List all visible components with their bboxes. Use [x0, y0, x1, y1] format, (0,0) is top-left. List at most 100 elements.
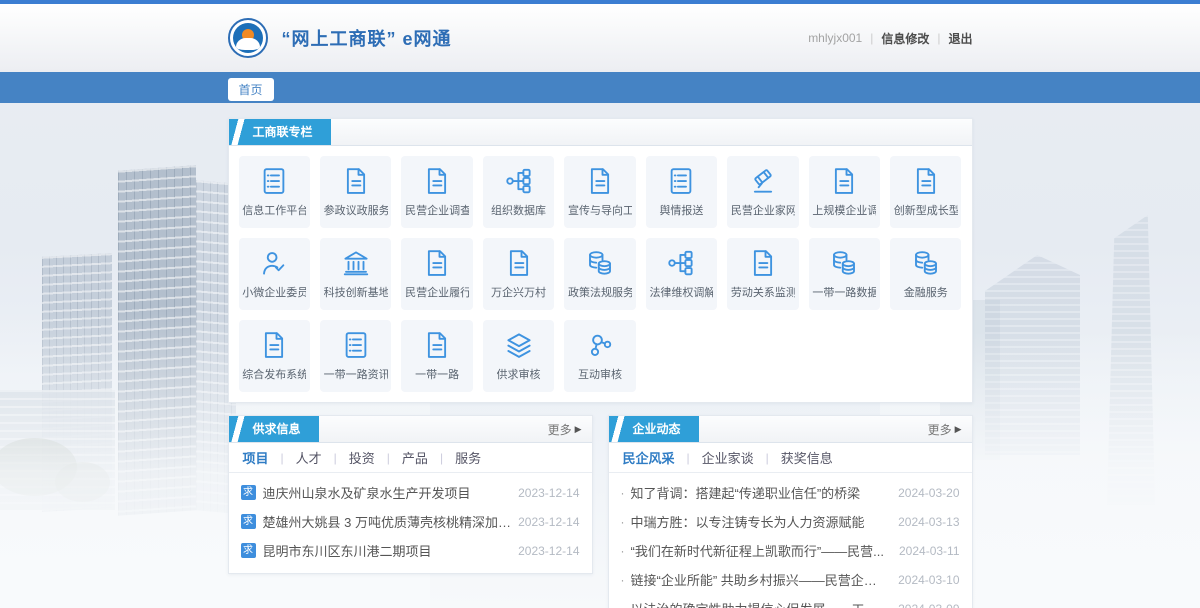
- database-icon: [585, 248, 615, 278]
- feature-card[interactable]: 宣传与导向工...: [564, 156, 635, 228]
- orgchart-icon: [504, 166, 534, 196]
- supply-more-link[interactable]: 更多 ▶: [548, 416, 592, 442]
- document-icon: [422, 166, 452, 196]
- bottom-row: 供求信息 更多 ▶ 项目|人才|投资|产品|服务 求迪庆州山泉水及矿泉水生产开发…: [228, 415, 973, 608]
- feature-card[interactable]: 组织数据库: [483, 156, 554, 228]
- feature-card-label: 一带一路资讯库: [324, 366, 388, 382]
- main-navbar: 首页: [0, 72, 1200, 103]
- feature-card-label: 参政议政服务: [324, 202, 388, 218]
- more-label: 更多: [928, 421, 952, 438]
- feature-card-label: 一带一路数据库: [812, 284, 876, 300]
- user-area: mhlyjx001 | 信息修改 | 退出: [808, 30, 972, 47]
- feature-card[interactable]: 法律维权调解...: [646, 238, 717, 310]
- column-cards-grid: 信息工作平台参政议政服务民营企业调查组织数据库宣传与导向工...舆情报送民营企业…: [229, 146, 972, 402]
- demand-badge: 求: [241, 543, 256, 558]
- news-panel-header: 企业动态 更多 ▶: [609, 416, 972, 443]
- feature-card[interactable]: 小微企业委员...: [239, 238, 310, 310]
- demand-badge: 求: [241, 514, 256, 529]
- item-date: 2024-03-09: [898, 602, 959, 608]
- feature-card-label: 小微企业委员...: [242, 284, 306, 300]
- feature-card[interactable]: 综合发布系统: [239, 320, 310, 392]
- item-title: 以法治的确定性助力提信心促发展——工商联...: [631, 599, 886, 608]
- column-panel-title: 工商联专栏: [229, 119, 331, 145]
- feature-card-label: 政策法规服务...: [568, 284, 632, 300]
- news-panel: 企业动态 更多 ▶ 民企风采|企业家谈|获奖信息 ·知了背调：搭建起“传递职业信…: [608, 415, 973, 608]
- bullet-dot: ·: [621, 544, 625, 558]
- feature-card-label: 金融服务: [904, 284, 948, 300]
- feature-card[interactable]: 万企兴万村: [483, 238, 554, 310]
- news-tab-1[interactable]: 企业家谈: [700, 448, 756, 467]
- logo-wing-shape: [236, 38, 260, 50]
- supply-tab-4[interactable]: 服务: [453, 448, 483, 467]
- page-title: “网上工商联” e网通: [282, 25, 452, 51]
- bullet-dot: ·: [621, 573, 625, 587]
- feature-card[interactable]: 劳动关系监测: [727, 238, 798, 310]
- feature-card[interactable]: 信息工作平台: [239, 156, 310, 228]
- logout-link[interactable]: 退出: [948, 30, 972, 47]
- supply-tab-3[interactable]: 产品: [400, 448, 430, 467]
- bullet-dot: ·: [621, 602, 625, 608]
- chevron-right-icon: ▶: [955, 424, 962, 435]
- supply-list-item[interactable]: 求迪庆州山泉水及矿泉水生产开发项目2023-12-14: [241, 478, 580, 507]
- feature-card[interactable]: 一带一路: [401, 320, 472, 392]
- main-content: 工商联专栏 信息工作平台 参政议政服务 民营企业调查组织数据库宣传与导向工...舆情…: [228, 118, 973, 608]
- feature-card[interactable]: 民营企业调查: [401, 156, 472, 228]
- feature-card[interactable]: 科技创新基地: [320, 238, 391, 310]
- document-icon: [748, 248, 778, 278]
- feature-card[interactable]: 民营企业履行...: [401, 238, 472, 310]
- news-panel-title: 企业动态: [609, 416, 699, 442]
- feature-card[interactable]: 民营企业家网...: [727, 156, 798, 228]
- supply-panel-header: 供求信息 更多 ▶: [229, 416, 592, 443]
- feature-card-label: 综合发布系统: [242, 366, 306, 382]
- news-list-item[interactable]: · 以法治的确定性助力提信心促发展——工商联... 2024-03-09: [621, 594, 960, 608]
- feature-card[interactable]: 一带一路数据库: [809, 238, 880, 310]
- tab-divider: |: [440, 451, 443, 465]
- supply-tab-0[interactable]: 项目: [241, 448, 271, 467]
- feature-card[interactable]: 供求审核: [483, 320, 554, 392]
- feature-card-label: 劳动关系监测: [731, 284, 795, 300]
- feature-card[interactable]: 一带一路资讯库: [320, 320, 391, 392]
- divider: |: [937, 31, 940, 45]
- feature-card[interactable]: 上规模企业调查: [809, 156, 880, 228]
- site-header: “网上工商联” e网通 mhlyjx001 | 信息修改 | 退出: [0, 4, 1200, 72]
- supply-list-item[interactable]: 求楚雄州大姚县 3 万吨优质薄壳核桃精深加工及科...2023-12-14: [241, 507, 580, 536]
- feature-card-label: 科技创新基地: [324, 284, 388, 300]
- document-icon: [829, 166, 859, 196]
- supply-panel: 供求信息 更多 ▶ 项目|人才|投资|产品|服务 求迪庆州山泉水及矿泉水生产开发…: [228, 415, 593, 574]
- feature-card[interactable]: 参政议政服务: [320, 156, 391, 228]
- document-icon: [585, 166, 615, 196]
- news-list-item[interactable]: ·中瑞方胜：以专注铸专长为人力资源赋能2024-03-13: [621, 507, 960, 536]
- feature-card-label: 信息工作平台: [242, 202, 306, 218]
- supply-tabs: 项目|人才|投资|产品|服务: [229, 443, 592, 473]
- orgchart-icon: [666, 248, 696, 278]
- nav-home-button[interactable]: 首页: [228, 78, 274, 101]
- feature-card[interactable]: 创新型成长型...: [890, 156, 961, 228]
- feature-card[interactable]: 政策法规服务...: [564, 238, 635, 310]
- feature-card[interactable]: 金融服务: [890, 238, 961, 310]
- item-date: 2023-12-14: [518, 544, 579, 558]
- gavel-icon: [748, 166, 778, 196]
- supply-tab-1[interactable]: 人才: [294, 448, 324, 467]
- demand-badge: 求: [241, 485, 256, 500]
- news-more-link[interactable]: 更多 ▶: [928, 416, 972, 442]
- site-logo-icon: [228, 18, 268, 58]
- news-tabs: 民企风采|企业家谈|获奖信息: [609, 443, 972, 473]
- edit-info-link[interactable]: 信息修改: [881, 30, 929, 47]
- layers-icon: [504, 330, 534, 360]
- item-date: 2023-12-14: [518, 515, 579, 529]
- news-list-item[interactable]: ·“我们在新时代新征程上凯歌而行”——民营...2024-03-11: [621, 536, 960, 565]
- news-tab-0[interactable]: 民企风采: [621, 448, 677, 467]
- news-list-item[interactable]: ·链接“企业所能” 共助乡村振兴——民营企业...2024-03-10: [621, 565, 960, 594]
- bank-icon: [341, 248, 371, 278]
- supply-list-item[interactable]: 求昆明市东川区东川港二期项目2023-12-14: [241, 536, 580, 565]
- news-tab-2[interactable]: 获奖信息: [779, 448, 835, 467]
- database-icon: [829, 248, 859, 278]
- feature-card-label: 民营企业调查: [405, 202, 469, 218]
- item-title: 迪庆州山泉水及矿泉水生产开发项目: [263, 483, 471, 502]
- supply-tab-2[interactable]: 投资: [347, 448, 377, 467]
- username: mhlyjx001: [808, 31, 862, 45]
- feature-card[interactable]: 互动审核: [564, 320, 635, 392]
- feature-card[interactable]: 舆情报送: [646, 156, 717, 228]
- column-panel: 工商联专栏 信息工作平台 参政议政服务 民营企业调查组织数据库宣传与导向工...舆情…: [228, 118, 973, 403]
- news-list-item[interactable]: ·知了背调：搭建起“传递职业信任”的桥梁2024-03-20: [621, 478, 960, 507]
